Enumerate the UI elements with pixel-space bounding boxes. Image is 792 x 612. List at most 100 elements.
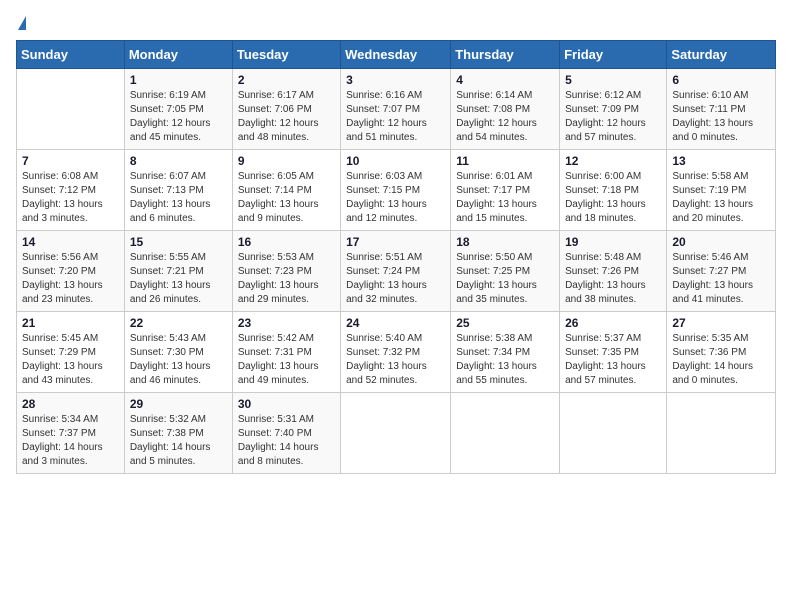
day-number: 4 <box>456 73 554 87</box>
day-info: Sunrise: 5:50 AMSunset: 7:25 PMDaylight:… <box>456 251 554 307</box>
calendar-body: 1 Sunrise: 6:19 AMSunset: 7:05 PMDaylight… <box>17 69 776 474</box>
day-info: Sunrise: 5:34 AMSunset: 7:37 PMDaylight:… <box>22 413 119 469</box>
calendar-cell: 12 Sunrise: 6:00 AMSunset: 7:18 PMDayligh… <box>560 150 667 231</box>
header-wednesday: Wednesday <box>341 41 451 69</box>
calendar-week-4: 21Sunrise: 5:45 AMSunset: 7:29 PMDayligh… <box>17 312 776 393</box>
day-info: Sunrise: 5:56 AMSunset: 7:20 PMDaylight:… <box>22 251 119 307</box>
day-info: Sunrise: 5:46 AMSunset: 7:27 PMDaylight:… <box>672 251 770 307</box>
calendar-cell: 8 Sunrise: 6:07 AMSunset: 7:13 PMDaylight… <box>124 150 232 231</box>
day-number: 21 <box>22 316 119 330</box>
day-number: 13 <box>672 154 770 168</box>
calendar-cell: 18 Sunrise: 5:50 AMSunset: 7:25 PMDayligh… <box>451 231 560 312</box>
day-info: Sunrise: 5:32 AMSunset: 7:38 PMDaylight:… <box>130 413 227 469</box>
day-number: 29 <box>130 397 227 411</box>
day-number: 19 <box>565 235 661 249</box>
day-info: Sunrise: 5:40 AMSunset: 7:32 PMDaylight:… <box>346 332 445 388</box>
calendar-cell: 6Sunrise: 6:10 AMSunset: 7:11 PMDaylight… <box>667 69 776 150</box>
calendar-cell: 4 Sunrise: 6:14 AMSunset: 7:08 PMDaylight… <box>451 69 560 150</box>
day-info: Sunrise: 6:12 AMSunset: 7:09 PMDaylight:… <box>565 89 661 145</box>
day-number: 22 <box>130 316 227 330</box>
day-info: Sunrise: 5:53 AMSunset: 7:23 PMDaylight:… <box>238 251 335 307</box>
calendar-cell: 22 Sunrise: 5:43 AMSunset: 7:30 PMDayligh… <box>124 312 232 393</box>
page-header <box>16 16 776 30</box>
calendar-cell: 15 Sunrise: 5:55 AMSunset: 7:21 PMDayligh… <box>124 231 232 312</box>
day-number: 28 <box>22 397 119 411</box>
calendar-cell <box>17 69 125 150</box>
day-number: 24 <box>346 316 445 330</box>
day-info: Sunrise: 5:48 AMSunset: 7:26 PMDaylight:… <box>565 251 661 307</box>
day-info: Sunrise: 5:31 AMSunset: 7:40 PMDaylight:… <box>238 413 335 469</box>
calendar-cell: 10 Sunrise: 6:03 AMSunset: 7:15 PMDayligh… <box>341 150 451 231</box>
day-info: Sunrise: 5:58 AMSunset: 7:19 PMDaylight:… <box>672 170 770 226</box>
day-info: Sunrise: 6:19 AMSunset: 7:05 PMDaylight:… <box>130 89 227 145</box>
header-monday: Monday <box>124 41 232 69</box>
day-number: 23 <box>238 316 335 330</box>
day-info: Sunrise: 6:00 AMSunset: 7:18 PMDaylight:… <box>565 170 661 226</box>
header-friday: Friday <box>560 41 667 69</box>
calendar-cell: 20 Sunrise: 5:46 AMSunset: 7:27 PMDayligh… <box>667 231 776 312</box>
day-number: 17 <box>346 235 445 249</box>
header-sunday: Sunday <box>17 41 125 69</box>
calendar-cell: 3Sunrise: 6:16 AMSunset: 7:07 PMDaylight… <box>341 69 451 150</box>
calendar-cell <box>341 393 451 474</box>
calendar-cell: 19 Sunrise: 5:48 AMSunset: 7:26 PMDayligh… <box>560 231 667 312</box>
calendar-header: Sunday Monday Tuesday Wednesday Thursday… <box>17 41 776 69</box>
header-row: Sunday Monday Tuesday Wednesday Thursday… <box>17 41 776 69</box>
calendar-cell: 30 Sunrise: 5:31 AMSunset: 7:40 PMDayligh… <box>232 393 340 474</box>
header-saturday: Saturday <box>667 41 776 69</box>
calendar-cell <box>560 393 667 474</box>
calendar-cell: 27 Sunrise: 5:35 AMSunset: 7:36 PMDayligh… <box>667 312 776 393</box>
calendar-cell: 21Sunrise: 5:45 AMSunset: 7:29 PMDayligh… <box>17 312 125 393</box>
calendar-week-5: 28 Sunrise: 5:34 AMSunset: 7:37 PMDayligh… <box>17 393 776 474</box>
calendar-cell: 29 Sunrise: 5:32 AMSunset: 7:38 PMDayligh… <box>124 393 232 474</box>
day-info: Sunrise: 6:14 AMSunset: 7:08 PMDaylight:… <box>456 89 554 145</box>
day-info: Sunrise: 6:05 AMSunset: 7:14 PMDaylight:… <box>238 170 335 226</box>
calendar-cell: 13 Sunrise: 5:58 AMSunset: 7:19 PMDayligh… <box>667 150 776 231</box>
day-number: 14 <box>22 235 119 249</box>
day-number: 27 <box>672 316 770 330</box>
day-number: 8 <box>130 154 227 168</box>
day-info: Sunrise: 5:42 AMSunset: 7:31 PMDaylight:… <box>238 332 335 388</box>
day-number: 2 <box>238 73 335 87</box>
calendar-week-2: 7Sunrise: 6:08 AMSunset: 7:12 PMDaylight… <box>17 150 776 231</box>
day-number: 16 <box>238 235 335 249</box>
day-number: 3 <box>346 73 445 87</box>
day-info: Sunrise: 5:55 AMSunset: 7:21 PMDaylight:… <box>130 251 227 307</box>
day-info: Sunrise: 5:35 AMSunset: 7:36 PMDaylight:… <box>672 332 770 388</box>
calendar-cell: 9Sunrise: 6:05 AMSunset: 7:14 PMDaylight… <box>232 150 340 231</box>
day-info: Sunrise: 6:03 AMSunset: 7:15 PMDaylight:… <box>346 170 445 226</box>
calendar-cell: 7Sunrise: 6:08 AMSunset: 7:12 PMDaylight… <box>17 150 125 231</box>
day-number: 20 <box>672 235 770 249</box>
day-info: Sunrise: 5:37 AMSunset: 7:35 PMDaylight:… <box>565 332 661 388</box>
day-number: 6 <box>672 73 770 87</box>
day-number: 18 <box>456 235 554 249</box>
calendar-cell: 14 Sunrise: 5:56 AMSunset: 7:20 PMDayligh… <box>17 231 125 312</box>
logo <box>16 16 26 30</box>
day-number: 1 <box>130 73 227 87</box>
calendar-cell: 5 Sunrise: 6:12 AMSunset: 7:09 PMDaylight… <box>560 69 667 150</box>
calendar-cell <box>451 393 560 474</box>
day-info: Sunrise: 6:07 AMSunset: 7:13 PMDaylight:… <box>130 170 227 226</box>
calendar-cell: 26 Sunrise: 5:37 AMSunset: 7:35 PMDayligh… <box>560 312 667 393</box>
day-number: 12 <box>565 154 661 168</box>
calendar-cell: 25Sunrise: 5:38 AMSunset: 7:34 PMDayligh… <box>451 312 560 393</box>
day-number: 10 <box>346 154 445 168</box>
day-number: 15 <box>130 235 227 249</box>
day-info: Sunrise: 5:38 AMSunset: 7:34 PMDaylight:… <box>456 332 554 388</box>
calendar-cell: 28 Sunrise: 5:34 AMSunset: 7:37 PMDayligh… <box>17 393 125 474</box>
day-info: Sunrise: 6:01 AMSunset: 7:17 PMDaylight:… <box>456 170 554 226</box>
logo-triangle-icon <box>18 16 26 30</box>
calendar-cell: 2 Sunrise: 6:17 AMSunset: 7:06 PMDaylight… <box>232 69 340 150</box>
day-info: Sunrise: 5:43 AMSunset: 7:30 PMDaylight:… <box>130 332 227 388</box>
day-info: Sunrise: 6:08 AMSunset: 7:12 PMDaylight:… <box>22 170 119 226</box>
day-number: 26 <box>565 316 661 330</box>
calendar-cell: 16 Sunrise: 5:53 AMSunset: 7:23 PMDayligh… <box>232 231 340 312</box>
calendar-cell <box>667 393 776 474</box>
calendar-cell: 11Sunrise: 6:01 AMSunset: 7:17 PMDayligh… <box>451 150 560 231</box>
calendar-cell: 17Sunrise: 5:51 AMSunset: 7:24 PMDayligh… <box>341 231 451 312</box>
day-number: 5 <box>565 73 661 87</box>
calendar-cell: 1 Sunrise: 6:19 AMSunset: 7:05 PMDaylight… <box>124 69 232 150</box>
day-info: Sunrise: 6:17 AMSunset: 7:06 PMDaylight:… <box>238 89 335 145</box>
day-number: 30 <box>238 397 335 411</box>
header-tuesday: Tuesday <box>232 41 340 69</box>
